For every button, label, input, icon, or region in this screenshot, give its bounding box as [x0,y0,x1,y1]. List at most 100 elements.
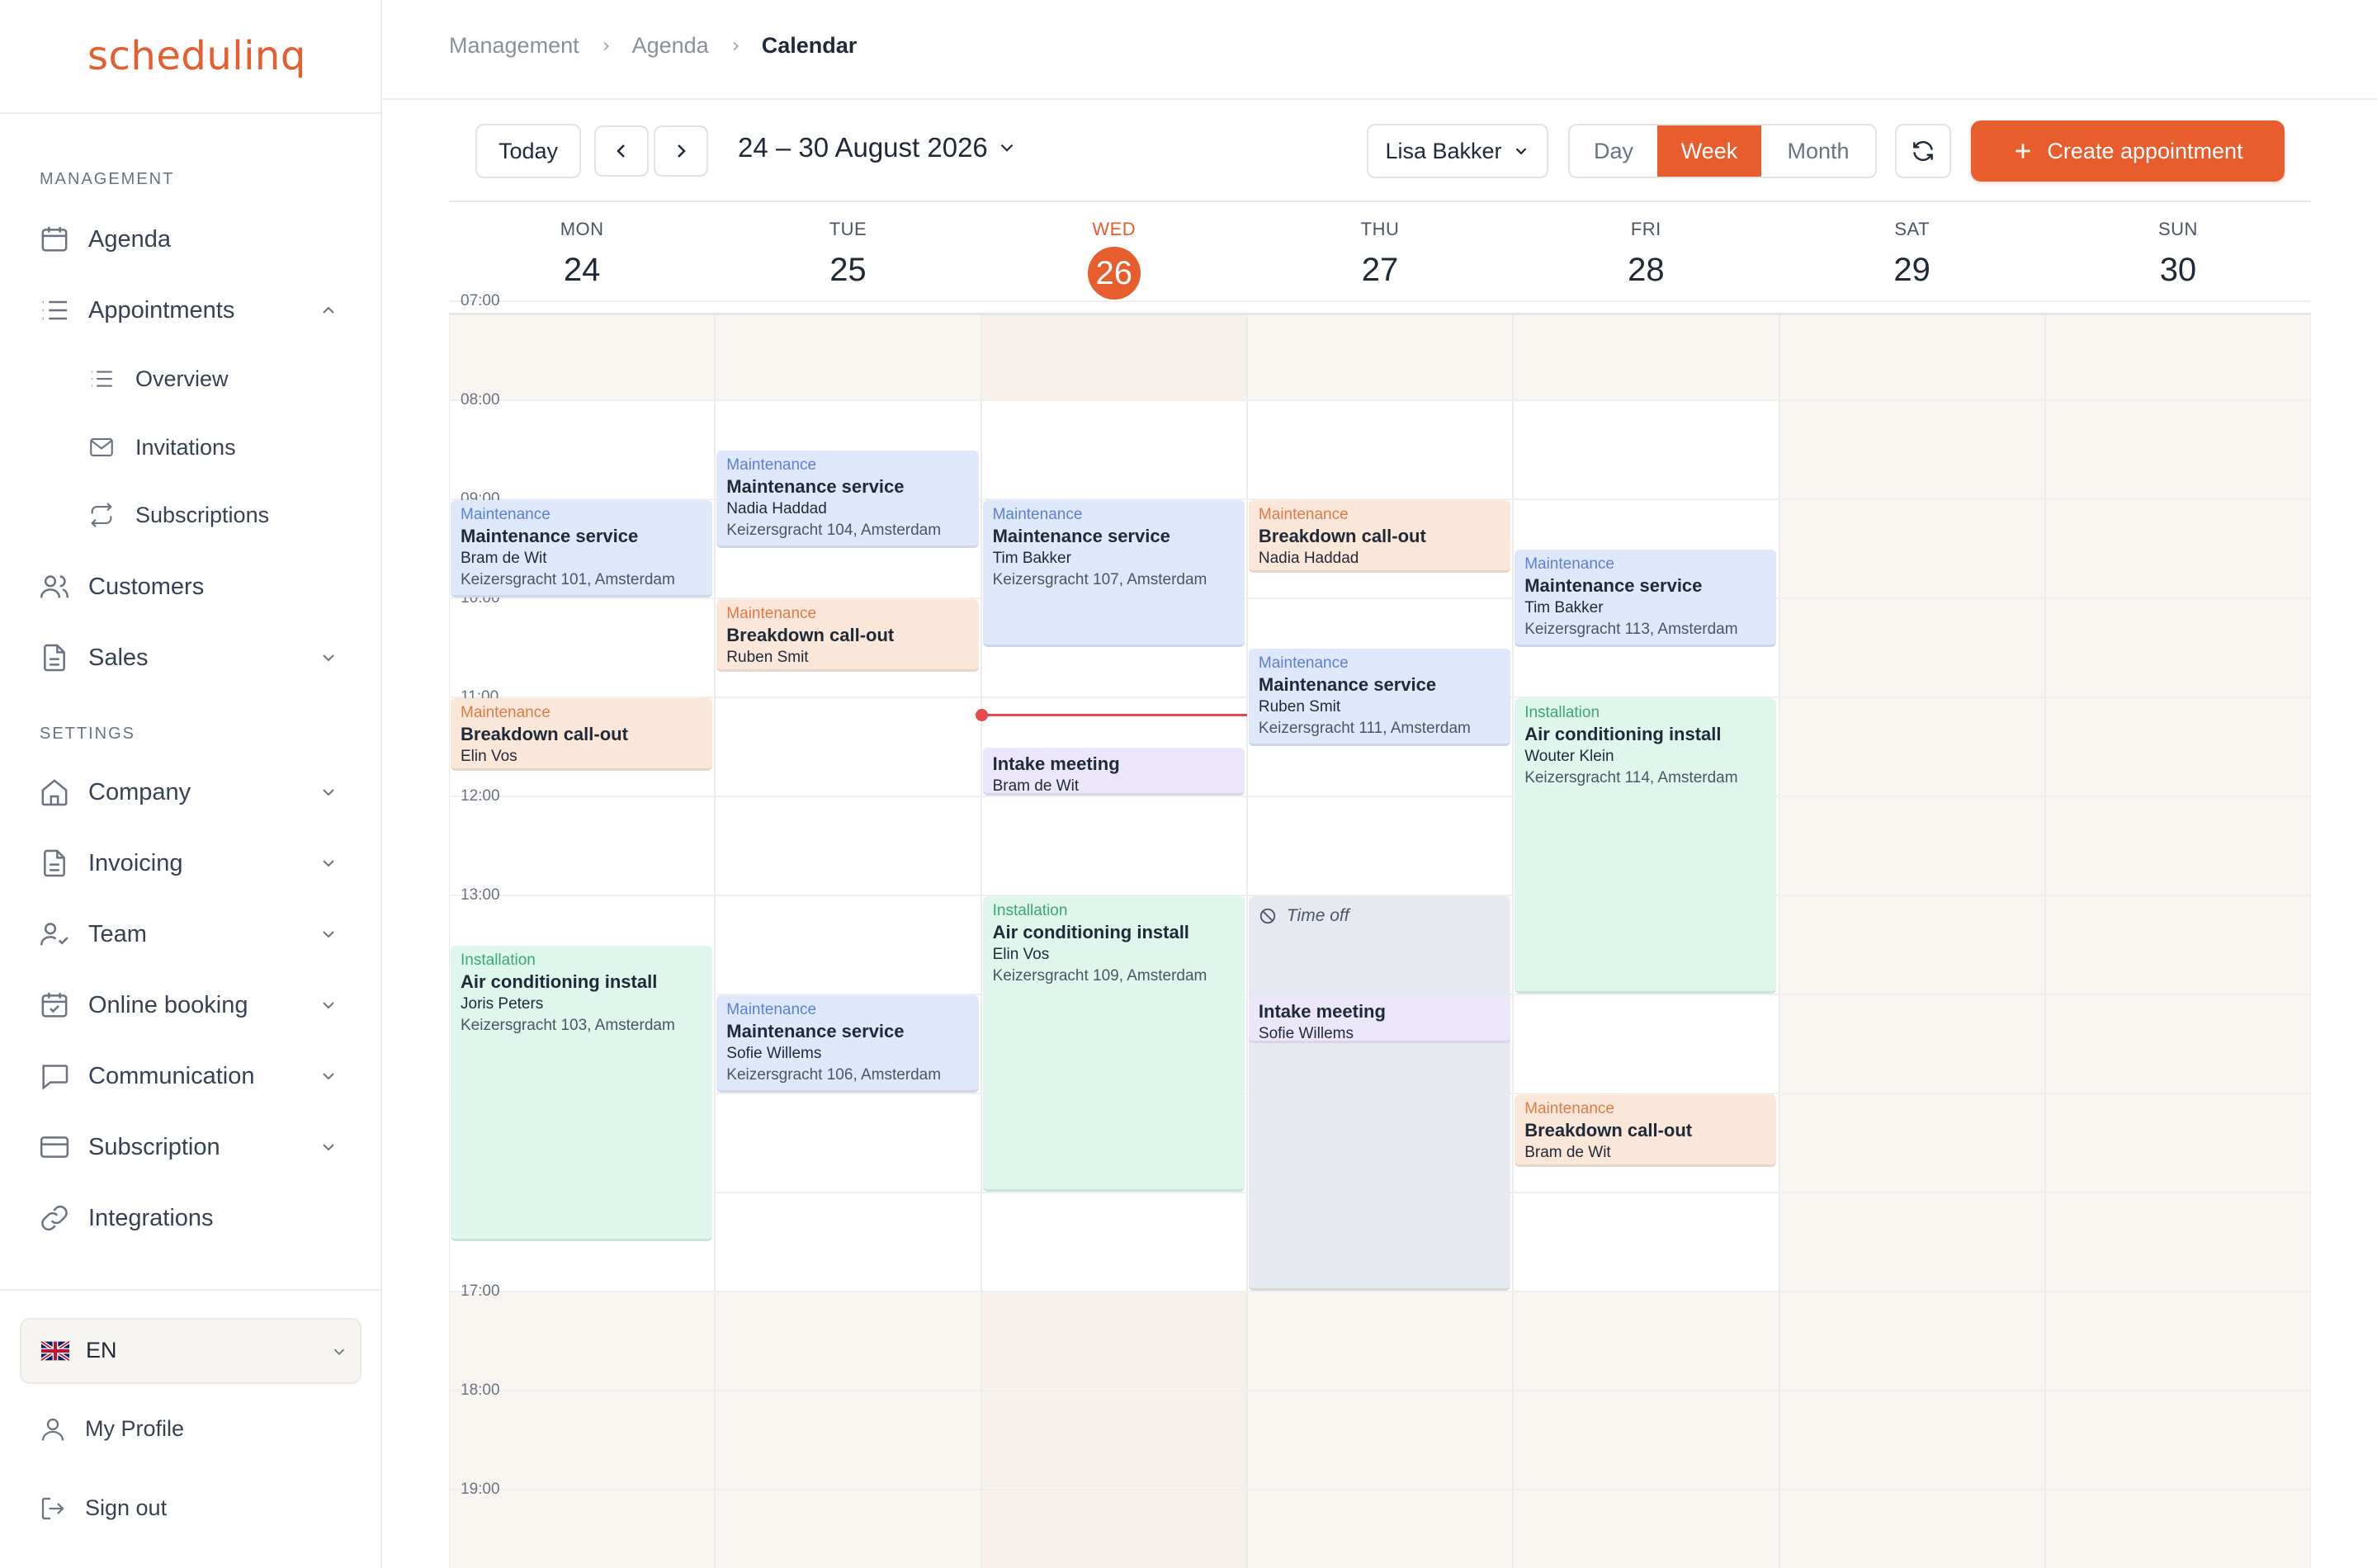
column-divider [2310,315,2311,1568]
chevron-down-icon [323,931,334,938]
breadcrumb-management[interactable]: Management [449,33,579,59]
appointment-event[interactable]: Maintenance Breakdown call-out Ruben Smit [716,599,979,672]
day-name: TUE [829,219,867,239]
intake-event[interactable]: Intake meeting Bram de Wit [982,748,1245,796]
appointment-event[interactable]: Maintenance Breakdown call-out Bram de Wit [1515,1094,1777,1167]
sidebar-item-team[interactable]: Team [0,905,380,963]
day-header[interactable]: FRI 28 [1513,201,1779,313]
event-customer: Bram de Wit [461,550,547,567]
appointment-event[interactable]: Installation Air conditioning install Jori… [451,946,713,1241]
appointment-event[interactable]: Installation Air conditioning install Elin… [982,896,1245,1192]
event-title: Intake meeting [1258,1001,1386,1022]
sidebar-item-appointments[interactable]: Appointments [0,281,380,339]
appointment-event[interactable]: Maintenance Maintenance service Bram de Wi… [451,500,713,597]
appointment-event[interactable]: Maintenance Maintenance service Tim Bakker… [1515,550,1777,647]
sidebar-item-communication[interactable]: Communication [0,1047,380,1105]
sidebar-item-label: Invoicing [88,849,183,876]
hour-line [449,796,2311,797]
event-customer: Wouter Klein [1524,748,1614,765]
day-header[interactable]: SUN 30 [2045,201,2311,313]
sidebar-item-subscription[interactable]: Subscription [0,1118,380,1176]
event-title: Breakdown call-out [1524,1120,1693,1141]
sign-out-link[interactable]: Sign out [0,1482,380,1535]
sidebar: schedulinq MANAGEMENT Agenda Appointment… [0,0,382,1568]
plus-icon [2015,144,2031,158]
sidebar-subitem-overview[interactable]: Overview [0,352,380,405]
today-button[interactable]: Today [475,124,581,178]
appointment-event[interactable]: Maintenance Breakdown call-out Nadia Hadda… [1248,500,1511,573]
day-header[interactable]: THU 27 [1247,201,1513,313]
appointment-event[interactable]: Maintenance Maintenance service Sofie Will… [716,995,979,1093]
event-category: Maintenance [1258,654,1349,672]
sidebar-item-customers[interactable]: Customers [0,558,380,616]
appointment-event[interactable]: Maintenance Breakdown call-out Elin Vos [451,698,713,771]
date-range-picker[interactable]: 24 – 30 August 2026 [738,132,1018,163]
app-logo[interactable]: schedulinq [87,33,306,79]
event-address: Keizersgracht 101, Amsterdam [461,571,675,588]
view-month-button[interactable]: Month [1761,125,1875,177]
link-icon [41,1205,68,1231]
time-label: 18:00 [461,1381,500,1399]
event-category: Maintenance [461,704,551,721]
breadcrumb: Management Agenda Calendar [449,33,857,59]
credit-card-icon [40,1136,69,1158]
sidebar-subitem-invitations[interactable]: Invitations [0,421,380,474]
divider [0,112,382,114]
sidebar-item-label: Agenda [88,225,171,253]
chevron-down-icon [323,789,334,796]
sidebar-item-online-booking[interactable]: Online booking [0,976,380,1034]
event-title: Maintenance service [726,1021,905,1041]
date-range-label: 24 – 30 August 2026 [738,132,988,163]
sidebar-item-invoicing[interactable]: Invoicing [0,834,380,892]
language-select[interactable]: EN [20,1318,362,1384]
sidebar-subitem-subscriptions[interactable]: Subscriptions [0,489,380,541]
event-category: Maintenance [1258,506,1349,523]
event-category: Installation [992,902,1068,919]
day-header[interactable]: TUE 25 [715,201,981,313]
day-name: FRI [1630,219,1661,239]
event-title: Intake meeting [992,753,1120,774]
chevron-right-icon [603,41,609,50]
top-bar: Management Agenda Calendar [384,0,2377,100]
view-week-button[interactable]: Week [1657,125,1761,177]
sidebar-item-agenda[interactable]: Agenda [0,210,380,268]
appointment-event[interactable]: Maintenance Maintenance service Ruben Smit… [1248,649,1511,746]
sidebar-item-company[interactable]: Company [0,763,380,821]
event-category: Maintenance [1524,555,1614,573]
appointment-event[interactable]: Installation Air conditioning install Wout… [1515,698,1777,994]
chevron-down-icon [323,654,334,662]
list-icon [91,371,112,387]
column-divider [2044,315,2046,1568]
appointment-event[interactable]: Maintenance Maintenance service Nadia Hadd… [716,451,979,548]
event-customer: Joris Peters [461,995,544,1013]
sidebar-item-label: Invitations [135,434,236,460]
day-header[interactable]: SAT 29 [1779,201,2045,313]
my-profile-link[interactable]: My Profile [0,1403,380,1456]
sidebar-item-sales[interactable]: Sales [0,629,380,687]
current-time-line [981,714,1247,716]
chevron-down-icon [323,1002,334,1009]
sidebar-item-integrations[interactable]: Integrations [0,1189,380,1247]
time-off-block[interactable]: Time off [1248,896,1511,1291]
staff-select[interactable]: Lisa Bakker [1367,124,1548,178]
time-grid[interactable]: 07:0008:0009:0010:0011:0012:0013:0014:00… [449,292,2311,1568]
previous-week-button[interactable] [594,125,649,177]
create-appointment-button[interactable]: Create appointment [1971,120,2285,182]
hour-line [449,399,2311,401]
event-customer: Nadia Haddad [726,500,827,517]
day-number: 27 [1361,252,1399,288]
sidebar-item-label: Communication [88,1062,255,1089]
event-title: Air conditioning install [1524,724,1722,744]
refresh-button[interactable] [1895,124,1951,178]
intake-event[interactable]: Intake meeting Sofie Willems [1248,995,1511,1043]
view-day-button[interactable]: Day [1570,125,1657,177]
day-header[interactable]: WED 26 [981,201,1247,313]
time-off-label: Time off [1259,906,1500,926]
chevron-down-icon [323,860,334,867]
next-week-button[interactable] [654,125,708,177]
chevron-right-icon [678,144,686,158]
appointment-event[interactable]: Maintenance Maintenance service Tim Bakker… [982,500,1245,647]
day-name: SUN [2157,219,2198,239]
event-customer: Tim Bakker [992,550,1071,567]
breadcrumb-agenda[interactable]: Agenda [632,33,709,59]
